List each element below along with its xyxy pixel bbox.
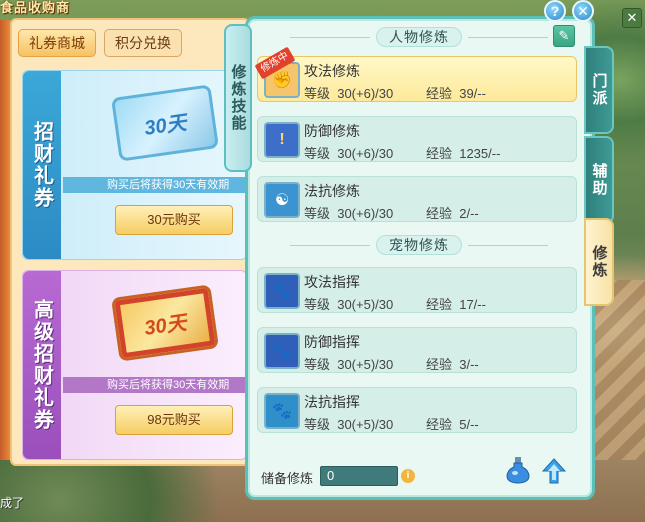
row-name: 攻法指挥 xyxy=(304,274,360,290)
row-level: 等级 30(+6)/30 xyxy=(304,206,394,221)
tab-sect[interactable]: 门派 xyxy=(584,46,614,134)
section-title-character: 人物修炼 xyxy=(260,27,578,47)
cultivation-row-attack[interactable]: ✊ 修炼中 攻法修炼 等级 30(+6)/30 经验 39/-- xyxy=(254,46,577,102)
window-close-icon[interactable]: ✕ xyxy=(622,8,642,28)
row-exp: 经验 3/-- xyxy=(426,357,479,372)
row-exp: 经验 1235/-- xyxy=(426,146,501,161)
paw-icon: 🐾 xyxy=(264,273,300,309)
row-level: 等级 30(+6)/30 xyxy=(304,146,394,161)
cultivation-row-resist[interactable]: ☯ 法抗修炼 等级 30(+6)/30 经验 2/-- xyxy=(257,176,577,222)
row-name: 防御修炼 xyxy=(304,123,360,139)
shield-icon: ☯ xyxy=(264,182,300,218)
paw-icon: 🐾 xyxy=(264,393,300,429)
row-level: 等级 30(+5)/30 xyxy=(304,357,394,372)
cultivation-skill-tab[interactable]: 修炼技能 xyxy=(224,24,252,172)
buy-30-button[interactable]: 30元购买 xyxy=(115,205,233,235)
card-description: 购买后将获得30天有效期 xyxy=(63,177,246,193)
card-title: 招财礼券 xyxy=(23,71,61,259)
row-level: 等级 30(+5)/30 xyxy=(304,297,394,312)
card-title: 高级招财礼券 xyxy=(23,271,61,459)
voucher-ticket-icon: 30天 xyxy=(111,84,219,162)
tab-cultivation[interactable]: 修炼 xyxy=(584,218,614,306)
section-title-pet: 宠物修炼 xyxy=(260,235,578,255)
reserve-value-field: 0 xyxy=(320,466,398,486)
potion-icon[interactable] xyxy=(505,456,531,484)
help-icon[interactable]: ? xyxy=(544,0,566,22)
chat-fragment: 成了 xyxy=(0,496,25,510)
row-name: 法抗指挥 xyxy=(304,394,360,410)
row-exp: 经验 2/-- xyxy=(426,206,479,221)
voucher-card-basic: 招财礼券 30天 购买后将获得30天有效期 30元购买 xyxy=(22,70,247,260)
buy-98-button[interactable]: 98元购买 xyxy=(115,405,233,435)
row-name: 攻法修炼 xyxy=(304,63,360,79)
voucher-ticket-icon: 30天 xyxy=(111,284,219,362)
paw-icon: 🐾 xyxy=(264,333,300,369)
row-level: 等级 30(+6)/30 xyxy=(304,86,394,101)
row-exp: 经验 5/-- xyxy=(426,417,479,432)
row-name: 防御指挥 xyxy=(304,334,360,350)
reserve-label: 储备修炼 xyxy=(261,471,314,486)
row-exp: 经验 17/-- xyxy=(426,297,486,312)
coin-icon[interactable]: i xyxy=(401,469,415,483)
tab-points-exchange[interactable]: 积分兑换 xyxy=(104,29,182,57)
shop-tab-bar: 礼券商城 积分兑换 xyxy=(18,29,182,57)
cultivation-row-pet-defense[interactable]: 🐾 防御指挥 等级 30(+5)/30 经验 3/-- xyxy=(257,327,577,373)
tab-assist[interactable]: 辅助 xyxy=(584,136,614,224)
card-description: 购买后将获得30天有效期 xyxy=(63,377,246,393)
cultivation-row-pet-resist[interactable]: 🐾 法抗指挥 等级 30(+5)/30 经验 5/-- xyxy=(257,387,577,433)
left-edge-bar xyxy=(0,20,10,460)
close-icon[interactable]: ✕ xyxy=(572,0,594,22)
upgrade-arrow-icon[interactable] xyxy=(542,458,566,484)
npc-name-label: 食品收购商 xyxy=(0,0,71,15)
shield-icon: ! xyxy=(264,122,300,158)
voucher-card-premium: 高级招财礼券 30天 购买后将获得30天有效期 98元购买 xyxy=(22,270,247,460)
row-exp: 经验 39/-- xyxy=(426,86,486,101)
cultivation-row-defense[interactable]: ! 防御修炼 等级 30(+6)/30 经验 1235/-- xyxy=(257,116,577,162)
cultivation-row-pet-attack[interactable]: 🐾 攻法指挥 等级 30(+5)/30 经验 17/-- xyxy=(257,267,577,313)
row-level: 等级 30(+5)/30 xyxy=(304,417,394,432)
row-name: 法抗修炼 xyxy=(304,183,360,199)
tab-gift-shop[interactable]: 礼券商城 xyxy=(18,29,96,57)
